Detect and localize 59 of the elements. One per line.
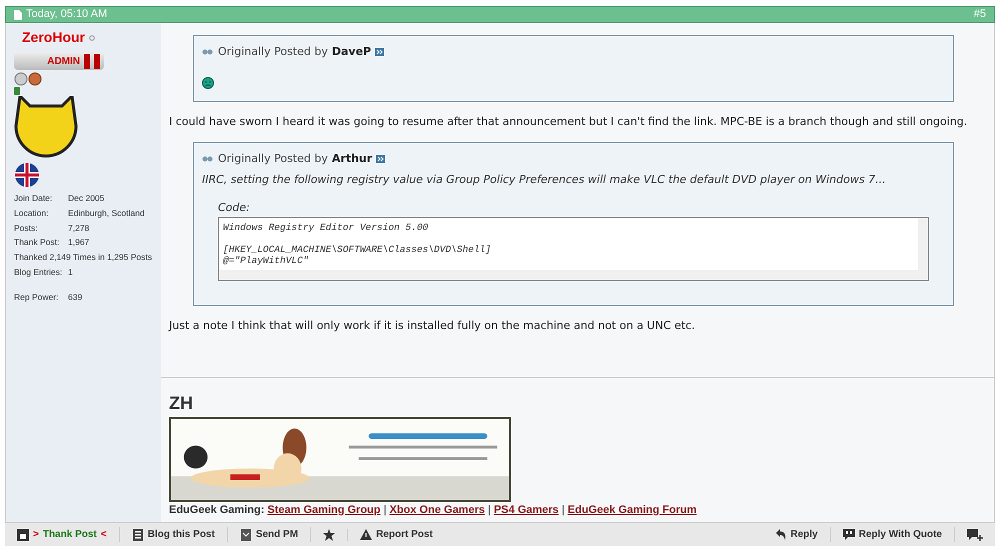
award-icons-drawing [14, 72, 44, 86]
quote-author: DaveP [332, 44, 372, 60]
quote-mark-icon [202, 155, 214, 164]
code-text: Windows Registry Editor Version 5.00 [HKEY_LOCAL_MACHINE\SOFTWARE\Classes\DVD\Shell] @="PlayWithVLC" [222, 220, 492, 268]
user-stat-label: Rep Power: [14, 290, 60, 304]
online-bar-icon [14, 87, 20, 95]
link-separator: | [560, 504, 566, 516]
user-stat-label: Blog Entries: [14, 266, 64, 278]
signature-initials: ZH [169, 392, 194, 414]
post-date: Today, 05:10 AM [26, 7, 108, 22]
user-stat-value: 1 [68, 266, 73, 278]
post-text: I could have sworn I heard it was going to resume after that announcement but I can't find the link. MPC-BE is a branch though and still ongoing. [169, 114, 968, 130]
document-icon [14, 10, 22, 20]
quote-mark-icon [202, 48, 214, 56]
speech-bubble-plus-icon[interactable] [967, 528, 983, 540]
view-post-icon[interactable] [376, 155, 386, 164]
user-stat-text: Thanked 2,149 Times in 1,295 Posts [14, 251, 153, 264]
signature-links-text: EduGeek Gaming: Steam Gaming Group | Xbox One Gamers | PS4 Gamers | EduGeek Gaming Forum [169, 502, 698, 518]
post-action-button[interactable]: Reply With Quote [830, 527, 955, 542]
post-text: Just a note I think that will only work if it is installed fully on the machine and not on a UNC etc. [169, 318, 696, 334]
code-label: Code: [218, 200, 251, 216]
quote-text: IIRC, setting the following registry value via Group Policy Preferences will make VLC the default DVD player on Windows 7... [202, 172, 887, 188]
star-icon[interactable] [323, 528, 336, 540]
link-separator: | [382, 504, 388, 516]
horizontal-scrollbar[interactable] [219, 270, 928, 280]
user-stat-label: Thank Post: [14, 236, 60, 249]
reply-arrow-icon [774, 528, 787, 540]
link-separator: | [486, 504, 492, 516]
speech-bubble-icon [842, 528, 855, 540]
user-stat-value: 1,967 [68, 236, 90, 249]
post-action-button[interactable]: Report Post [348, 527, 445, 542]
username-link[interactable]: ZeroHour [22, 27, 85, 48]
flag-icon [14, 162, 40, 188]
post-action-button[interactable]: Reply [762, 527, 831, 542]
user-stat-value: 639 [68, 290, 82, 304]
user-stat-value: Dec 2005 [68, 192, 104, 205]
signature-link[interactable]: PS4 Gamers [494, 504, 559, 516]
warning-icon [360, 528, 372, 540]
signature-link[interactable]: EduGeek Gaming Forum [568, 504, 697, 516]
rank-label: ADMIN [47, 54, 80, 68]
user-stat-value: Edinburgh, Scotland [68, 206, 145, 220]
quote-author: Arthur [332, 151, 372, 167]
thank-post-button[interactable]: > Thank Post < [17, 527, 120, 542]
post-action-button[interactable]: Blog this Post [120, 527, 228, 542]
user-stat-value: 7,278 [68, 222, 90, 234]
post-action-button[interactable]: Send PM [228, 527, 312, 542]
view-post-icon[interactable] [375, 48, 384, 56]
quote-attribution-label: Originally Posted by [218, 151, 328, 167]
rank-bars-icon [84, 54, 100, 68]
notebook-icon [132, 528, 144, 540]
vertical-scrollbar[interactable] [918, 218, 928, 270]
user-stat-label: Join Date: [14, 192, 54, 205]
avatar [14, 96, 78, 160]
quote-attribution-label: Originally Posted by [218, 44, 328, 60]
user-stat-label: Posts: [14, 222, 39, 234]
user-stat-label: Location: [14, 206, 50, 220]
offline-status-icon [89, 34, 95, 40]
signature-link[interactable]: Steam Gaming Group [267, 504, 380, 516]
signature-link[interactable]: Xbox One Gamers [389, 504, 485, 516]
